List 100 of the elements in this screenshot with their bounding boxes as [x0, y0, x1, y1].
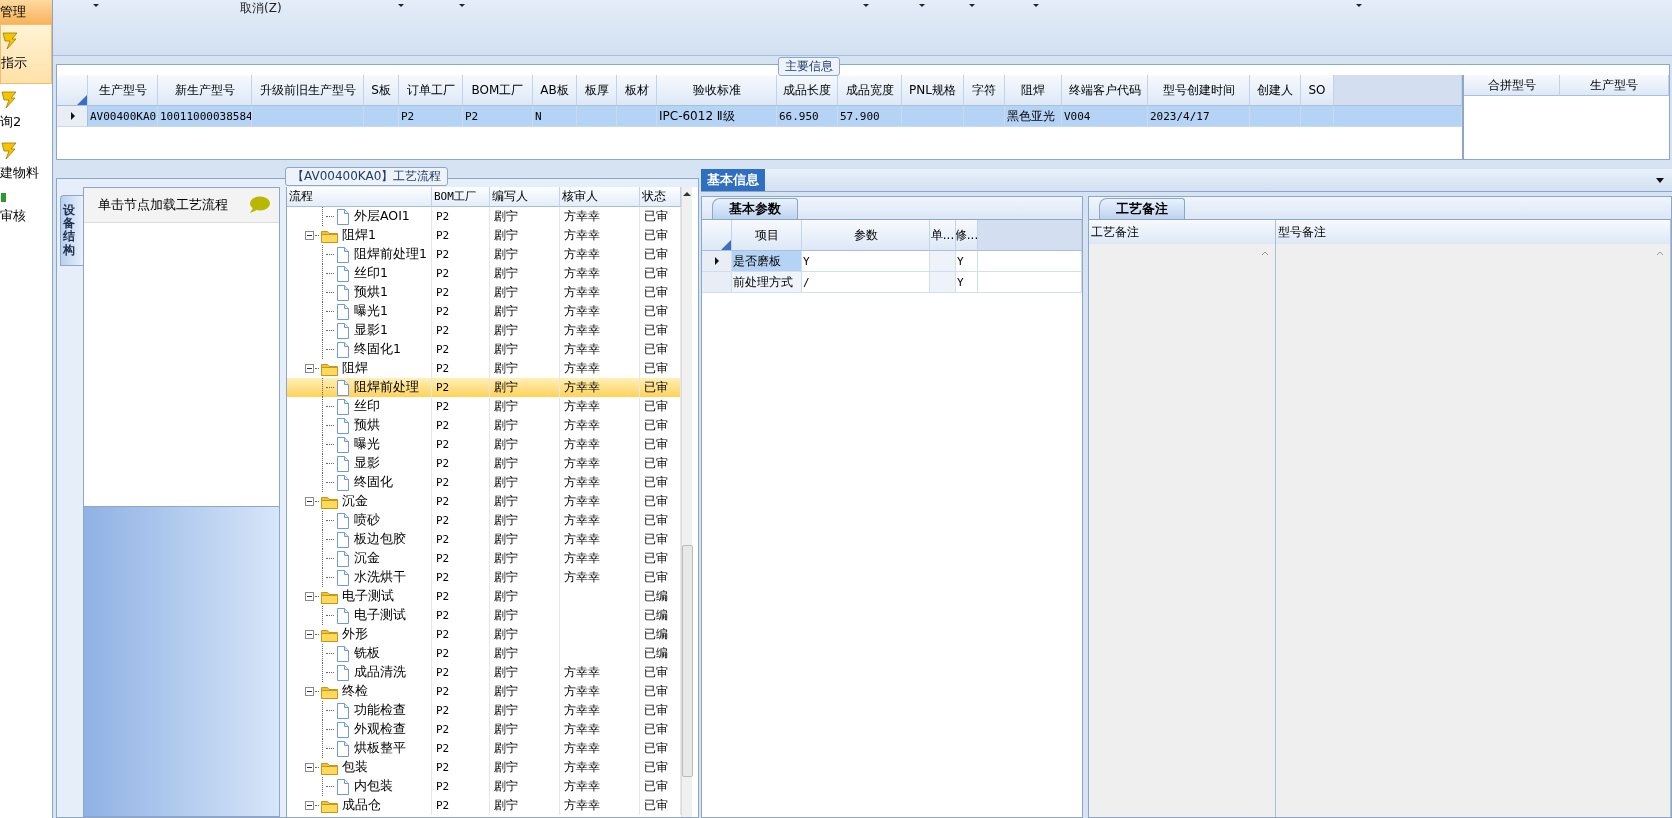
collapse-icon[interactable] [305, 763, 314, 772]
cancel-button[interactable]: 取消(Z) [238, 0, 284, 17]
column-header[interactable]: 型号创建时间 [1148, 75, 1250, 106]
scrollbar[interactable] [681, 187, 692, 817]
caret-icon[interactable] [1032, 4, 1039, 7]
tree-node[interactable]: 烘板整平 [287, 739, 432, 758]
tree-node[interactable]: 终固化 [287, 473, 432, 492]
file-icon [336, 455, 350, 472]
collapse-icon[interactable] [305, 497, 314, 506]
column-header[interactable]: 生产型号 [88, 75, 158, 106]
caret-icon[interactable] [458, 4, 465, 7]
collapse-icon[interactable] [305, 801, 314, 810]
column-header[interactable]: 参数 [802, 220, 930, 251]
caret-icon[interactable] [93, 4, 99, 7]
tree-node[interactable]: 沉金 [287, 549, 432, 568]
sidebar-title: 管理 [0, 0, 52, 24]
tree-node[interactable]: 曝光1 [287, 302, 432, 321]
column-header[interactable]: 创建人 [1250, 75, 1301, 106]
tab[interactable]: 基本信息 [701, 169, 765, 191]
column-header[interactable]: 流程 [287, 187, 432, 207]
column-header[interactable]: 字符 [964, 75, 1005, 106]
table-cell: P2 [432, 511, 490, 530]
tree-node[interactable]: 水洗烘干 [287, 568, 432, 587]
tree-node[interactable]: 外层AOI1 [287, 207, 432, 226]
tree-node[interactable]: 功能检查 [287, 701, 432, 720]
column-header[interactable]: 终端客户代码 [1062, 75, 1148, 106]
tree-node[interactable]: 丝印 [287, 397, 432, 416]
tree-node[interactable]: 喷砂 [287, 511, 432, 530]
column-header[interactable]: AB板 [533, 75, 577, 106]
tree-node[interactable]: 曝光 [287, 435, 432, 454]
column-header[interactable]: 新生产型号 [158, 75, 252, 106]
sidebar-item[interactable]: 建物料 [0, 135, 52, 186]
column-header[interactable]: 阻焊 [1005, 75, 1062, 106]
tree-node[interactable]: 外形 [287, 625, 432, 644]
caret-icon[interactable] [968, 4, 975, 7]
column-header[interactable]: 核审人 [560, 187, 640, 207]
table-cell: P2 [432, 549, 490, 568]
tree-node[interactable]: 包装 [287, 758, 432, 777]
column-header[interactable]: 板材 [617, 75, 657, 106]
column-header[interactable]: BOM工厂 [432, 187, 490, 207]
column-header[interactable]: 工艺备注 [1089, 220, 1276, 245]
collapse-icon[interactable] [305, 592, 314, 601]
column-header[interactable]: 项目 [732, 220, 802, 251]
caret-icon[interactable] [397, 4, 404, 7]
tree-node[interactable]: 丝印1 [287, 264, 432, 283]
tree-node[interactable]: 显影1 [287, 321, 432, 340]
collapse-icon[interactable] [305, 364, 314, 373]
column-header[interactable]: 单... [930, 220, 956, 251]
tree-node[interactable]: 成品仓 [287, 796, 432, 815]
tree-node[interactable]: 预烘1 [287, 283, 432, 302]
table-cell: 方幸幸 [560, 663, 640, 682]
table-cell: 剧宁 [490, 682, 560, 701]
notes-field[interactable] [1089, 244, 1276, 817]
tab[interactable]: 工艺备注 [1099, 198, 1185, 219]
tree-node[interactable]: 显影 [287, 454, 432, 473]
tab[interactable]: 基本参数 [712, 198, 798, 219]
column-header[interactable]: BOM工厂 [463, 75, 533, 106]
column-header[interactable]: 生产型号 [1560, 75, 1669, 96]
column-header[interactable]: 成品宽度 [838, 75, 902, 106]
tree-node[interactable]: 电子测试 [287, 587, 432, 606]
tree-node[interactable]: 外观检查 [287, 720, 432, 739]
sidebar-item[interactable]: 指示 [0, 24, 52, 84]
column-header[interactable]: 板厚 [577, 75, 617, 106]
caret-icon[interactable] [918, 4, 925, 7]
column-header[interactable]: 型号备注 [1276, 220, 1671, 245]
vertical-tab[interactable]: 设备结构 [60, 195, 83, 266]
tree-node[interactable]: 终固化1 [287, 340, 432, 359]
caret-icon[interactable] [1355, 4, 1362, 7]
column-header[interactable]: 状态 [640, 187, 681, 207]
column-header[interactable]: 订单工厂 [399, 75, 463, 106]
caret-icon[interactable] [862, 4, 869, 7]
table-cell: P2 [432, 663, 490, 682]
tree-node[interactable]: 内包装 [287, 777, 432, 796]
dropdown-icon[interactable] [1656, 177, 1664, 183]
tree-node[interactable]: 成品清洗 [287, 663, 432, 682]
column-header[interactable]: 编写人 [490, 187, 560, 207]
sidebar-item[interactable]: 询2 [0, 84, 52, 135]
sidebar-item[interactable]: 审核 [0, 186, 52, 229]
file-icon [336, 778, 350, 795]
notes-field[interactable] [1276, 244, 1671, 817]
tree-node[interactable]: 沉金 [287, 492, 432, 511]
tree-node[interactable]: 预烘 [287, 416, 432, 435]
collapse-icon[interactable] [305, 231, 314, 240]
column-header[interactable]: SO [1301, 75, 1334, 106]
column-header[interactable]: 升级前旧生产型号 [252, 75, 364, 106]
file-icon [336, 303, 350, 320]
tree-node[interactable]: 阻焊1 [287, 226, 432, 245]
tree-node[interactable]: 铣板 [287, 644, 432, 663]
column-header[interactable]: S板 [364, 75, 399, 106]
collapse-icon[interactable] [305, 630, 314, 639]
column-header[interactable]: 验收标准 [657, 75, 777, 106]
tree-node[interactable]: 板边包胶 [287, 530, 432, 549]
column-header[interactable]: PNL规格 [902, 75, 964, 106]
tree-node[interactable]: 电子测试 [287, 606, 432, 625]
column-header[interactable]: 成品长度 [777, 75, 838, 106]
tree-node[interactable]: 阻焊前处理 [287, 378, 432, 397]
collapse-icon[interactable] [305, 687, 314, 696]
column-header[interactable]: 合拼型号 [1464, 75, 1560, 96]
tree-node[interactable]: 终检 [287, 682, 432, 701]
tree-node[interactable]: 阻焊前处理1 [287, 245, 432, 264]
